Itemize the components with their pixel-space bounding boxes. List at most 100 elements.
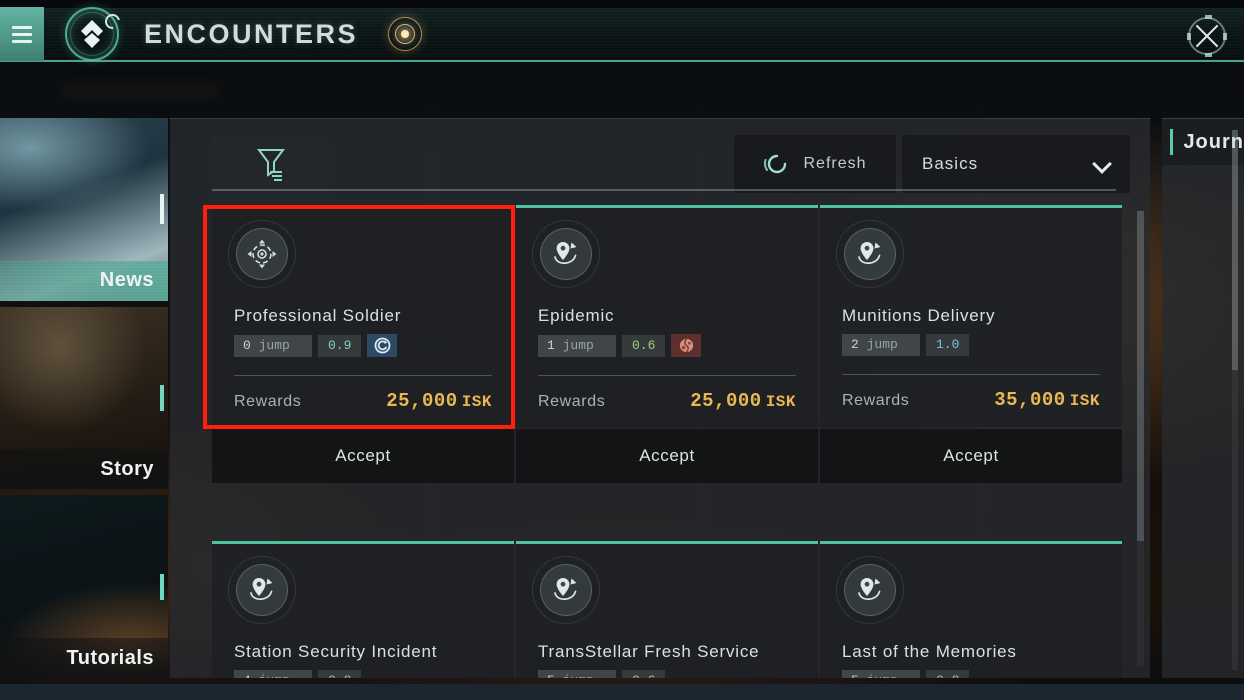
encounters-panel: Refresh Basics Professional Soldier 0 ju…: [170, 118, 1150, 678]
accept-label: Accept: [639, 446, 695, 465]
category-select[interactable]: Basics: [902, 135, 1130, 193]
category-select-value: Basics: [922, 154, 979, 173]
panel-toolbar: Refresh Basics: [170, 119, 1150, 197]
refresh-icon: [764, 154, 787, 174]
card-body[interactable]: Professional Soldier 0 jump 0.9 Rewards …: [212, 205, 514, 427]
location-mission-icon: [250, 578, 273, 601]
sidebar-item-label: News: [99, 269, 154, 292]
sidebar-item-tutorials[interactable]: Tutorials: [0, 495, 168, 679]
sidebar: News Story Tutorials: [0, 118, 168, 679]
sidebar-item-label: Story: [100, 457, 154, 480]
card-title: Last of the Memories: [842, 642, 1017, 661]
panel-scrollbar[interactable]: [1137, 211, 1144, 666]
encounter-card[interactable]: Last of the Memories 5 jump 0.8: [820, 541, 1122, 678]
jump-badge: 0 jump: [234, 334, 312, 357]
toolbar-divider: [212, 189, 1116, 191]
jump-badge: 1 jump: [538, 334, 616, 357]
card-badges: 4 jump 0.8: [234, 670, 492, 678]
card-body[interactable]: Munitions Delivery 2 jump 1.0 Rewards 35…: [820, 205, 1122, 427]
card-body[interactable]: TransStellar Fresh Service 5 jump 0.6: [516, 541, 818, 678]
encounter-type-blue-icon: [367, 334, 398, 357]
card-title: Professional Soldier: [234, 306, 402, 325]
encounter-card[interactable]: TransStellar Fresh Service 5 jump 0.6: [516, 541, 818, 678]
rewards-value: 35,000 ISK: [994, 389, 1100, 411]
location-mission-icon: [554, 578, 577, 601]
encounter-card[interactable]: Professional Soldier 0 jump 0.9 Rewards …: [212, 205, 514, 483]
security-badge: 1.0: [926, 334, 970, 356]
title-bar: ENCOUNTERS: [0, 7, 1244, 62]
combat-target-icon: [247, 239, 277, 269]
location-mission-icon: [836, 220, 904, 288]
encounter-card[interactable]: Epidemic 1 jump 0.6 Rewards 25,000 ISK Ac…: [516, 205, 818, 483]
security-badge: 0.8: [926, 670, 970, 678]
rewards-row: Rewards 25,000 ISK: [538, 390, 796, 412]
window-scrollbar-thumb[interactable]: [1232, 130, 1238, 370]
window-scrollbar[interactable]: [1232, 130, 1238, 670]
filter-button[interactable]: [212, 135, 330, 193]
card-body[interactable]: Epidemic 1 jump 0.6 Rewards 25,000 ISK: [516, 205, 818, 427]
card-divider: [842, 374, 1100, 375]
encounter-type-blue-icon: [374, 337, 391, 354]
panel-scrollbar-thumb[interactable]: [1137, 211, 1144, 541]
application-window: ENCOUNTERS News Story Tutorials Refresh …: [0, 0, 1244, 700]
encounter-card[interactable]: Station Security Incident 4 jump 0.8: [212, 541, 514, 678]
card-badges: 5 jump 0.6: [538, 670, 796, 678]
biohazard-red-icon: [671, 334, 702, 357]
accept-button[interactable]: Accept: [516, 429, 818, 483]
jump-badge: 4 jump: [234, 670, 312, 678]
card-divider: [234, 375, 492, 376]
card-title: Epidemic: [538, 306, 615, 325]
rewards-label: Rewards: [538, 393, 606, 410]
location-mission-icon: [532, 220, 600, 288]
sidebar-selected-accent: [160, 194, 164, 225]
encounter-card[interactable]: Munitions Delivery 2 jump 1.0 Rewards 35…: [820, 205, 1122, 483]
rewards-label: Rewards: [234, 393, 302, 410]
location-mission-icon: [532, 556, 600, 624]
refresh-button[interactable]: Refresh: [734, 135, 896, 193]
location-mission-icon: [858, 578, 881, 601]
brand-glyph-icon: [81, 20, 103, 48]
card-title: Station Security Incident: [234, 642, 438, 661]
bottom-status-bar: [0, 684, 1244, 700]
accept-label: Accept: [335, 446, 391, 465]
sidebar-item-news[interactable]: News: [0, 118, 168, 301]
jump-badge: 5 jump: [538, 670, 616, 678]
sidebar-accent: [160, 385, 164, 411]
location-mission-icon: [836, 556, 904, 624]
security-badge: 0.6: [622, 670, 666, 678]
biohazard-red-icon: [679, 338, 694, 353]
eve-logo-icon: [44, 7, 140, 61]
card-body[interactable]: Station Security Incident 4 jump 0.8: [212, 541, 514, 678]
card-badges: 2 jump 1.0: [842, 334, 1100, 356]
hamburger-menu-icon[interactable]: [0, 7, 44, 61]
card-title: TransStellar Fresh Service: [538, 642, 760, 661]
card-title: Munitions Delivery: [842, 306, 996, 325]
jump-badge: 5 jump: [842, 670, 920, 678]
card-badges: 0 jump 0.9: [234, 334, 492, 357]
page-title: ENCOUNTERS: [144, 18, 359, 49]
rewards-value: 25,000 ISK: [386, 390, 492, 412]
security-badge: 0.6: [622, 334, 666, 357]
rewards-label: Rewards: [842, 392, 910, 409]
sidebar-item-label: Tutorials: [66, 646, 154, 669]
card-divider: [538, 375, 796, 376]
accept-button[interactable]: Accept: [212, 429, 514, 483]
location-mission-icon: [858, 242, 881, 265]
accept-button[interactable]: Accept: [820, 429, 1122, 483]
card-body[interactable]: Last of the Memories 5 jump 0.8: [820, 541, 1122, 678]
tab-accent: [1170, 129, 1174, 155]
combat-target-icon: [228, 220, 296, 288]
filter-funnel-icon: [257, 149, 285, 181]
accept-label: Accept: [943, 446, 999, 465]
close-icon[interactable]: [1187, 15, 1227, 57]
rewards-row: Rewards 35,000 ISK: [842, 389, 1100, 411]
sidebar-item-story[interactable]: Story: [0, 306, 168, 490]
location-mission-icon: [228, 556, 296, 624]
security-badge: 0.8: [318, 670, 362, 678]
card-badges: 1 jump 0.6: [538, 334, 796, 357]
rewards-value: 25,000 ISK: [690, 390, 796, 412]
encounters-list[interactable]: Professional Soldier 0 jump 0.9 Rewards …: [170, 197, 1150, 678]
sun-orb-icon: [382, 11, 428, 57]
security-badge: 0.9: [318, 334, 362, 357]
chevron-down-icon: [1094, 156, 1110, 172]
